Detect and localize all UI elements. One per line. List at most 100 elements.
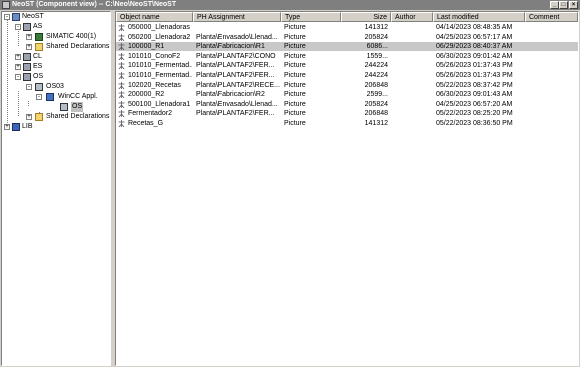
column-header-ph-assignment[interactable]: PH Assignment (193, 12, 281, 22)
table-row[interactable]: 500100_Llenadora1 Planta\Envasado\Llenad.… (116, 100, 578, 109)
table-row[interactable]: 102020_Recetas Planta\PLANTAF2\RECE... Pic… (116, 81, 578, 90)
column-header-size[interactable]: Size (341, 12, 391, 22)
picture-icon (118, 100, 125, 108)
os-icon (60, 103, 68, 111)
tree-node-os-selected[interactable]: OS (2, 102, 110, 112)
cell-last-modified: 05/22/2023 08:37:42 PM (436, 81, 513, 89)
cell-size: 206848 (364, 110, 388, 118)
pc-icon (35, 83, 43, 91)
column-header-type[interactable]: Type (281, 12, 341, 22)
cell-object-name: 200000_R2 (128, 91, 165, 99)
expand-icon[interactable]: + (15, 54, 21, 60)
table-row[interactable]: 200000_R2 Planta\Fabricacion\R2 Picture 259… (116, 90, 578, 99)
tree-node-wincc-appl[interactable]: - WinCC Appl. (2, 92, 110, 102)
collapse-icon[interactable]: - (26, 84, 32, 90)
app-icon (2, 1, 10, 9)
expand-icon[interactable]: + (4, 124, 10, 130)
cell-object-name: 101010_ConoF2 (128, 52, 181, 60)
station-icon (23, 73, 31, 81)
column-header-last-modified[interactable]: Last modified (433, 12, 525, 22)
cell-ph-assignment: Planta\Envasado\Llenad... (196, 33, 278, 41)
close-button[interactable]: × (569, 1, 578, 9)
tree-node-label: OS (71, 102, 84, 112)
tree-node-shared-declarations-as[interactable]: + Shared Declarations (2, 42, 110, 52)
cell-type: Picture (284, 100, 306, 108)
tree-node-as[interactable]: - AS (2, 22, 110, 32)
tree-node-simatic[interactable]: + SIMATIC 400(1) (2, 32, 110, 42)
cell-type: Picture (284, 91, 306, 99)
station-icon (23, 63, 31, 71)
picture-icon (118, 120, 125, 127)
tree-node-os[interactable]: - OS (2, 72, 110, 82)
component-tree[interactable]: - NeoST - AS + SIMATIC 400(1) + Shared D… (1, 11, 111, 366)
cell-last-modified: 05/22/2023 08:36:50 PM (436, 120, 513, 127)
cell-object-name: 050200_Llenadora2 (128, 33, 191, 41)
cell-object-name: 101010_Fermentad... (128, 72, 192, 79)
cell-ph-assignment: Planta\PLANTAF2\CONO (196, 52, 276, 60)
cell-type: Picture (284, 110, 306, 118)
cell-size: 205824 (364, 33, 388, 41)
table-row[interactable]: Recetas_G Picture 141312 05/22/2023 08:36:5… (116, 119, 578, 128)
picture-icon (118, 81, 125, 89)
collapse-icon[interactable]: - (15, 24, 21, 30)
cell-ph-assignment: Planta\PLANTAF2\FER... (196, 72, 275, 79)
wincc-icon (46, 93, 54, 101)
tree-node-os03[interactable]: - OS03 (2, 82, 110, 92)
tree-node-label: LIB (22, 123, 33, 130)
cell-type: Picture (284, 62, 306, 70)
cell-size: 244224 (364, 72, 388, 79)
cell-size: 206848 (364, 81, 388, 89)
column-header-author[interactable]: Author (391, 12, 433, 22)
minimize-button[interactable]: _ (550, 1, 559, 9)
tree-node-es[interactable]: + ES (2, 62, 110, 72)
picture-icon (118, 62, 125, 70)
cell-last-modified: 04/25/2023 06:57:20 AM (436, 100, 513, 108)
plc-icon (35, 33, 43, 41)
column-header-object-name[interactable]: Object name (116, 12, 193, 22)
expand-icon[interactable]: + (26, 44, 32, 50)
table-row[interactable]: 100000_R1 Planta\Fabricacion\R1 Picture 608… (116, 42, 578, 52)
expand-icon[interactable]: + (26, 34, 32, 40)
tree-node-label: CL (33, 53, 42, 60)
picture-icon (118, 110, 125, 118)
table-row[interactable]: 101010_ConoF2 Planta\PLANTAF2\CONO Picture… (116, 52, 578, 61)
cell-object-name: 100000_R1 (128, 43, 165, 51)
collapse-icon[interactable]: - (4, 14, 10, 20)
cell-ph-assignment: Planta\Fabricacion\R1 (196, 43, 265, 51)
tree-node-neost[interactable]: - NeoST (2, 12, 110, 22)
tree-node-label: Shared Declarations (46, 113, 110, 120)
cell-object-name: Recetas_G (128, 120, 164, 127)
tree-node-cl[interactable]: + CL (2, 52, 110, 62)
tree-node-label: OS03 (46, 83, 64, 90)
tree-node-label: NeoST (22, 13, 44, 20)
cell-ph-assignment: Planta\PLANTAF2\FER... (196, 110, 275, 118)
picture-icon (118, 72, 125, 79)
table-row[interactable]: 050000_Llenadoras Picture 141312 04/14/2023… (116, 23, 578, 32)
cell-ph-assignment: Planta\PLANTAF2\FER... (196, 62, 275, 70)
maximize-button[interactable]: □ (559, 1, 568, 9)
expand-icon[interactable]: + (26, 114, 32, 120)
column-header-comment[interactable]: Comment (525, 12, 578, 22)
table-row[interactable]: 101010_Fermentad... Planta\PLANTAF2\FER..… (116, 61, 578, 70)
collapse-icon[interactable]: - (15, 74, 21, 80)
cell-type: Picture (284, 52, 306, 60)
station-icon (23, 53, 31, 61)
cell-size: 6086... (366, 43, 388, 51)
tree-node-shared-declarations-os[interactable]: + Shared Declarations (2, 112, 110, 122)
cell-ph-assignment: Planta\Fabricacion\R2 (196, 91, 265, 99)
table-row[interactable]: 101010_Fermentad... Planta\PLANTAF2\FER..… (116, 71, 578, 80)
picture-icon (118, 33, 125, 41)
cell-type: Picture (284, 33, 306, 41)
object-list[interactable]: Object name PH Assignment Type Size Auth… (115, 11, 579, 366)
cell-ph-assignment: Planta\PLANTAF2\RECE... (196, 81, 280, 89)
cell-last-modified: 05/22/2023 08:25:20 PM (436, 110, 513, 118)
table-row[interactable]: 050200_Llenadora2 Planta\Envasado\Llenad.… (116, 33, 578, 42)
tree-node-label: SIMATIC 400(1) (46, 33, 97, 40)
cell-type: Picture (284, 43, 306, 51)
cell-size: 244224 (364, 62, 388, 70)
expand-icon[interactable]: + (15, 64, 21, 70)
collapse-icon[interactable]: - (36, 94, 42, 100)
cell-size: 141312 (364, 24, 388, 31)
table-row[interactable]: Fermentador2 Planta\PLANTAF2\FER... Pictur… (116, 109, 578, 118)
tree-node-lib[interactable]: + LIB (2, 122, 110, 132)
